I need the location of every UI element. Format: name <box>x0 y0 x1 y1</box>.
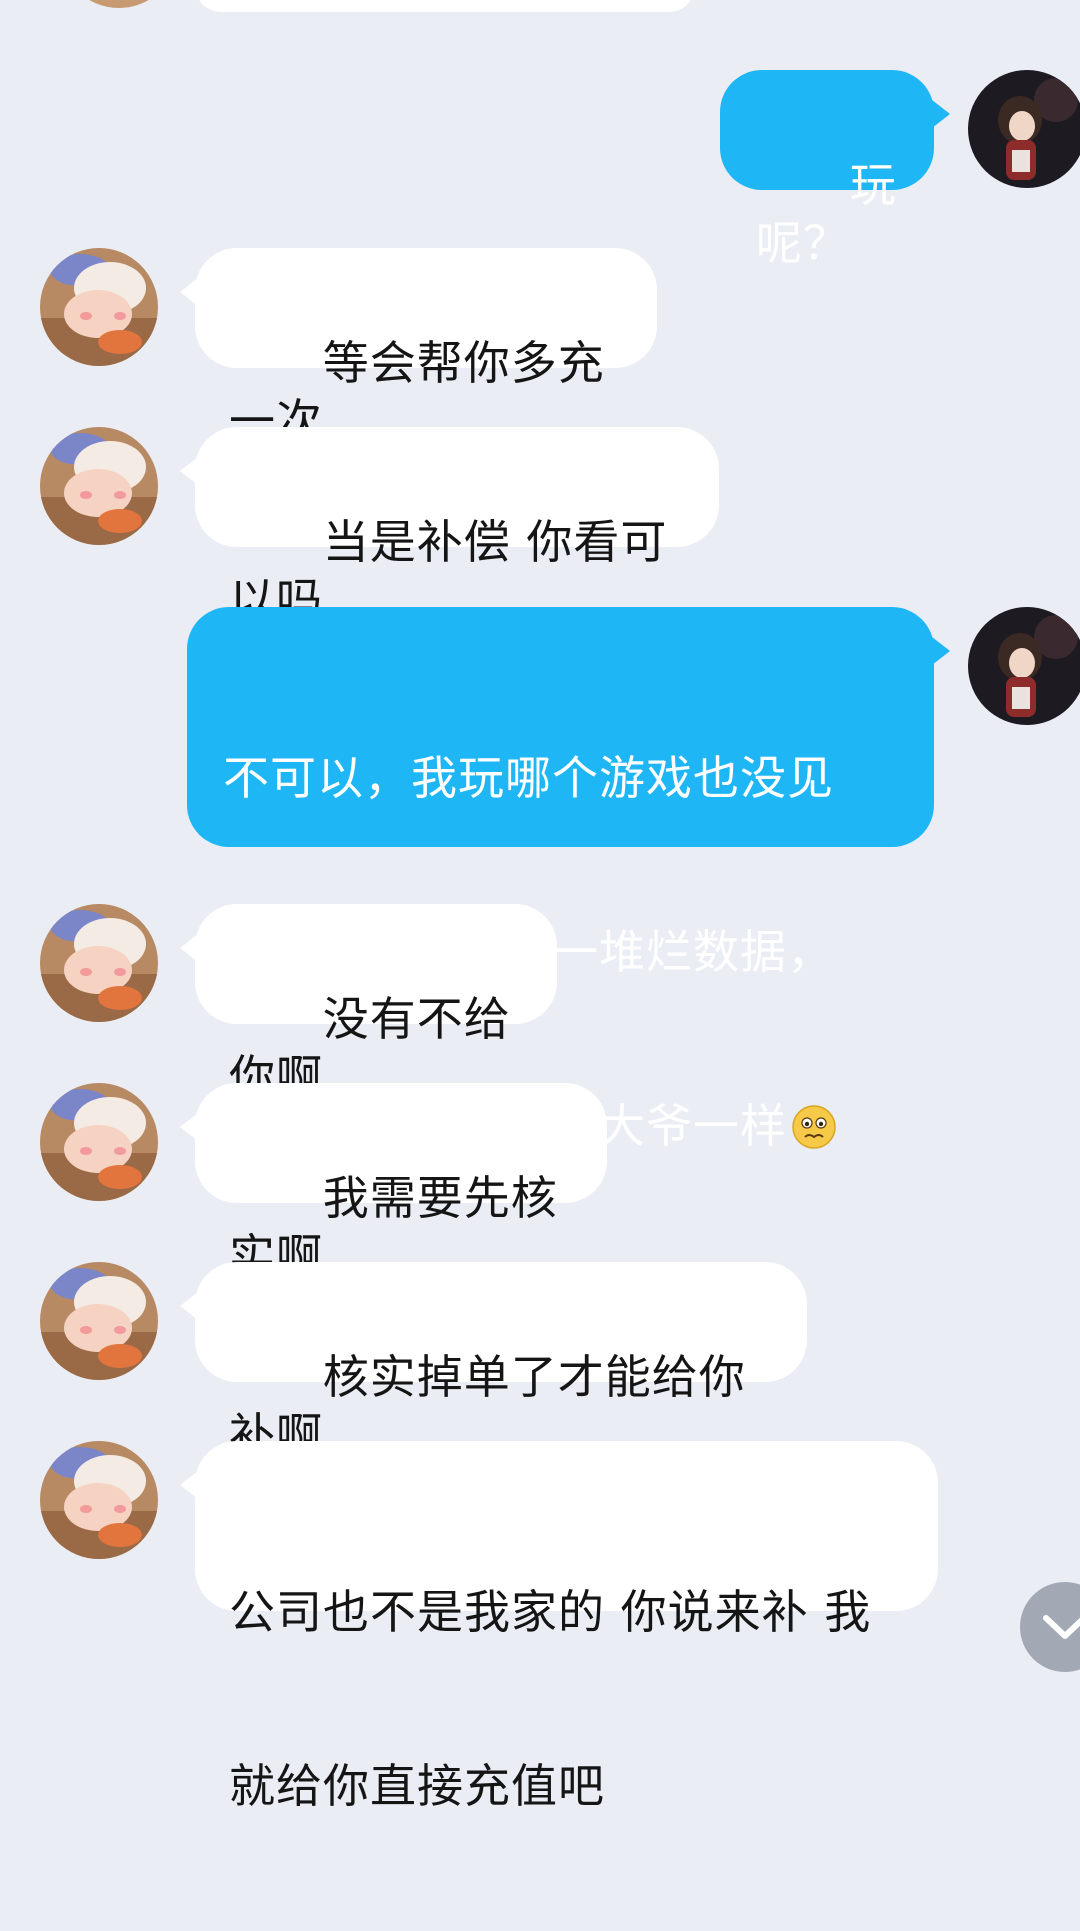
contact-avatar[interactable] <box>40 1262 158 1380</box>
message-row-incoming: 等会帮你多充一次 <box>0 248 1080 448</box>
message-bubble-incoming[interactable]: 公司也不是我家的 你说来补 我 就给你直接充值吧 <box>195 1441 938 1813</box>
message-bubble-incoming[interactable]: 核实掉单了才能给你补啊 <box>195 1262 807 1462</box>
message-bubble-outgoing[interactable]: 不可以，我玩哪个游戏也没见 你们这样的，就一堆烂数据， 充值还不给，客服大爷一样 <box>187 607 934 1153</box>
contact-avatar[interactable] <box>60 0 178 8</box>
contact-avatar[interactable] <box>40 1441 158 1559</box>
message-bubble-outgoing[interactable]: 玩呢？ <box>720 70 934 270</box>
message-bubble-incoming[interactable]: 等会帮你多充一次 <box>195 248 657 448</box>
bubble-tail <box>932 100 950 128</box>
my-avatar[interactable] <box>968 70 1080 188</box>
message-text-line: 公司也不是我家的 你说来补 我 <box>229 1585 872 1639</box>
message-row-incoming: 我需要先核实啊 <box>0 1083 1080 1283</box>
chevron-down-icon <box>1043 1615 1080 1639</box>
message-row-incoming: 当是补偿 你看可以吗 <box>0 427 1080 627</box>
contact-avatar[interactable] <box>40 1083 158 1201</box>
message-row-outgoing: 不可以，我玩哪个游戏也没见 你们这样的，就一堆烂数据， 充值还不给，客服大爷一样 <box>0 607 1080 1153</box>
contact-avatar[interactable] <box>40 427 158 545</box>
contact-avatar[interactable] <box>40 248 158 366</box>
bubble-tail <box>932 637 950 665</box>
message-bubble-incoming[interactable]: 没有不给你啊 <box>195 904 557 1104</box>
contact-avatar[interactable] <box>40 904 158 1022</box>
my-avatar[interactable] <box>968 607 1080 725</box>
message-bubble-incoming[interactable]: 我需要先核实啊 <box>195 1083 607 1283</box>
message-row-incoming: 没有不给你啊 <box>0 904 1080 1104</box>
message-row-incoming: 公司也不是我家的 你说来补 我 就给你直接充值吧 <box>0 1441 1080 1813</box>
message-row-outgoing: 玩呢？ <box>0 70 1080 270</box>
message-row-incoming: 核实掉单了才能给你补啊 <box>0 1262 1080 1462</box>
message-bubble-incoming[interactable]: 当是补偿 你看可以吗 <box>195 427 719 627</box>
message-bubble-incoming-partial[interactable] <box>195 0 695 12</box>
message-text-line: 不可以，我玩哪个游戏也没见 <box>223 751 834 805</box>
chat-message-list[interactable]: 玩呢？ 等会帮你多充一次 当是补偿 你看可以吗 不可以，我玩哪个游戏也没见 没有… <box>0 0 1080 1813</box>
message-text-line: 就给你直接充值吧 <box>229 1759 605 1813</box>
